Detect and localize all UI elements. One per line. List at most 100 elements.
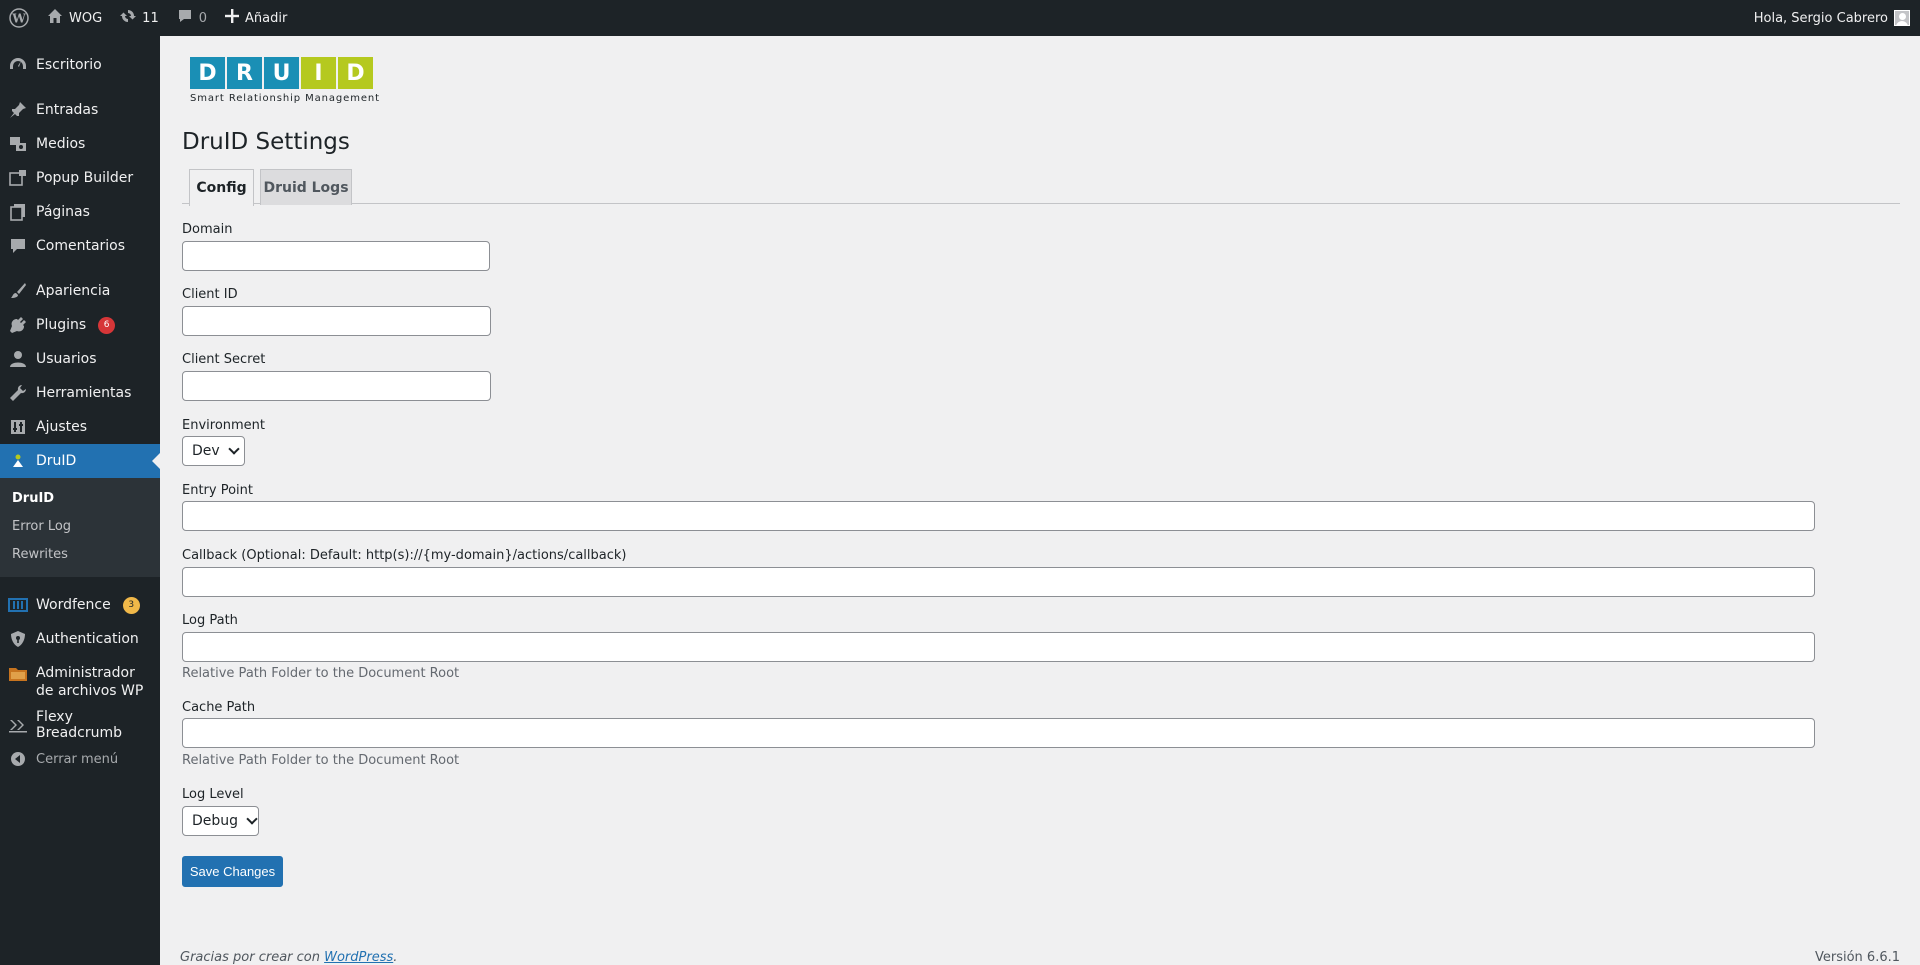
submenu-druid[interactable]: DruID [0,485,160,513]
callback-label: Callback (Optional: Default: http(s)://{… [182,548,627,563]
log-level-select[interactable]: Debug [182,806,259,836]
updates-count: 11 [142,10,159,26]
druid-logo: D R U I D Smart Relationship Management [190,57,380,104]
menu-herramientas[interactable]: Herramientas [0,376,160,410]
log-path-input[interactable] [182,632,1815,662]
menu-usuarios[interactable]: Usuarios [0,342,160,376]
page-title: DruID Settings [182,129,350,155]
druid-icon [8,451,28,471]
menu-label: Authentication [36,631,139,647]
menu-label: Comentarios [36,238,126,254]
media-icon [8,134,28,154]
menu-escritorio[interactable]: Escritorio [0,48,160,82]
menu-medios[interactable]: Medios [0,127,160,161]
logo-letter: I [301,57,336,89]
menu-label: Páginas [36,204,90,220]
menu-label: Wordfence [36,597,111,613]
menu-apariencia[interactable]: Apariencia [0,274,160,308]
log-path-description: Relative Path Folder to the Document Roo… [182,666,460,681]
menu-authentication[interactable]: Authentication [0,622,160,656]
wordpress-link[interactable]: WordPress [324,950,393,965]
log-level-label: Log Level [182,787,244,802]
tab-config[interactable]: Config [189,169,254,206]
plugin-icon [8,315,28,335]
log-level-value: Debug [192,813,239,829]
tab-druid-logs[interactable]: Druid Logs [260,169,352,205]
callback-input[interactable] [182,567,1815,597]
environment-value: Dev [192,443,220,459]
druid-submenu: DruID Error Log Rewrites [0,478,160,577]
client-secret-label: Client Secret [182,352,266,367]
client-id-label: Client ID [182,287,238,302]
menu-label: Usuarios [36,351,97,367]
menu-label: Cerrar menú [36,751,119,767]
comment-icon [8,236,28,256]
menu-comentarios[interactable]: Comentarios [0,229,160,263]
cache-path-label: Cache Path [182,700,256,715]
wordpress-logo-icon[interactable]: W [0,0,38,36]
menu-paginas[interactable]: Páginas [0,195,160,229]
menu-plugins[interactable]: Plugins 6 [0,308,160,342]
add-new-link[interactable]: Añadir [216,0,296,36]
user-icon [8,349,28,369]
cache-path-description: Relative Path Folder to the Document Roo… [182,753,460,768]
comments-link[interactable]: 0 [168,0,216,36]
submenu-rewrites[interactable]: Rewrites [0,541,160,569]
breadcrumb-icon [8,715,28,735]
collapse-arrow-icon [8,749,28,769]
menu-label: Medios [36,136,86,152]
client-secret-input[interactable] [182,371,491,401]
tab-bar: Config Druid Logs [182,168,1900,206]
my-account-link[interactable]: Hola, Sergio Cabrero [1754,10,1920,26]
menu-label: Ajustes [36,419,88,435]
admin-bar: W WOG 11 0 Añadir Hola, Sergio Cabrero [0,0,1920,36]
avatar [1894,10,1910,26]
entry-point-input[interactable] [182,501,1815,531]
site-name-link[interactable]: WOG [38,0,111,36]
admin-footer: Gracias por crear con WordPress. Versión… [180,950,1900,965]
plus-icon [225,9,239,27]
menu-entradas[interactable]: Entradas [0,93,160,127]
collapse-menu-button[interactable]: Cerrar menú [0,742,160,776]
add-new-label: Añadir [245,10,288,26]
greeting: Hola, Sergio Cabrero [1753,10,1888,26]
brush-icon [8,281,28,301]
menu-ajustes[interactable]: Ajustes [0,410,160,444]
footer-thanks-suffix: . [393,950,398,965]
main-content: D R U I D Smart Relationship Management … [160,36,1920,965]
menu-druid[interactable]: DruID [0,444,160,478]
wp-version: Versión 6.6.1 [1814,950,1900,965]
settings-icon [8,417,28,437]
menu-label: Apariencia [36,283,111,299]
footer-thanks-prefix: Gracias por crear con [180,950,325,965]
menu-file-manager[interactable]: Administrador de archivos WP [0,656,160,708]
logo-letters: D R U I D [190,57,380,89]
home-icon [47,8,63,28]
submenu-error-log[interactable]: Error Log [0,513,160,541]
chevron-down-icon [228,443,240,455]
save-changes-button[interactable]: Save Changes [182,856,283,887]
menu-wordfence[interactable]: Wordfence 3 [0,588,160,622]
entry-point-label: Entry Point [182,483,253,498]
menu-label: Flexy Breadcrumb [36,709,122,741]
menu-label: Herramientas [36,385,132,401]
environment-select[interactable]: Dev [182,436,245,466]
updates-icon [120,8,137,28]
plugins-update-badge: 6 [98,316,116,334]
folder-icon [8,664,28,684]
pin-icon [8,100,28,120]
menu-popup-builder[interactable]: Popup Builder [0,161,160,195]
cache-path-input[interactable] [182,718,1815,748]
popup-icon [8,168,28,188]
dashboard-icon [8,55,28,75]
client-id-input[interactable] [182,306,491,336]
admin-sidebar: Escritorio Entradas Medios Popup Builder… [0,36,160,965]
menu-flexy-breadcrumb[interactable]: Flexy Breadcrumb [0,708,160,742]
logo-letter: D [338,57,373,89]
domain-input[interactable] [182,241,490,271]
updates-link[interactable]: 11 [111,0,168,36]
menu-label: DruID [36,453,77,469]
pages-icon [8,202,28,222]
environment-label: Environment [182,418,266,433]
logo-letter: U [264,57,299,89]
